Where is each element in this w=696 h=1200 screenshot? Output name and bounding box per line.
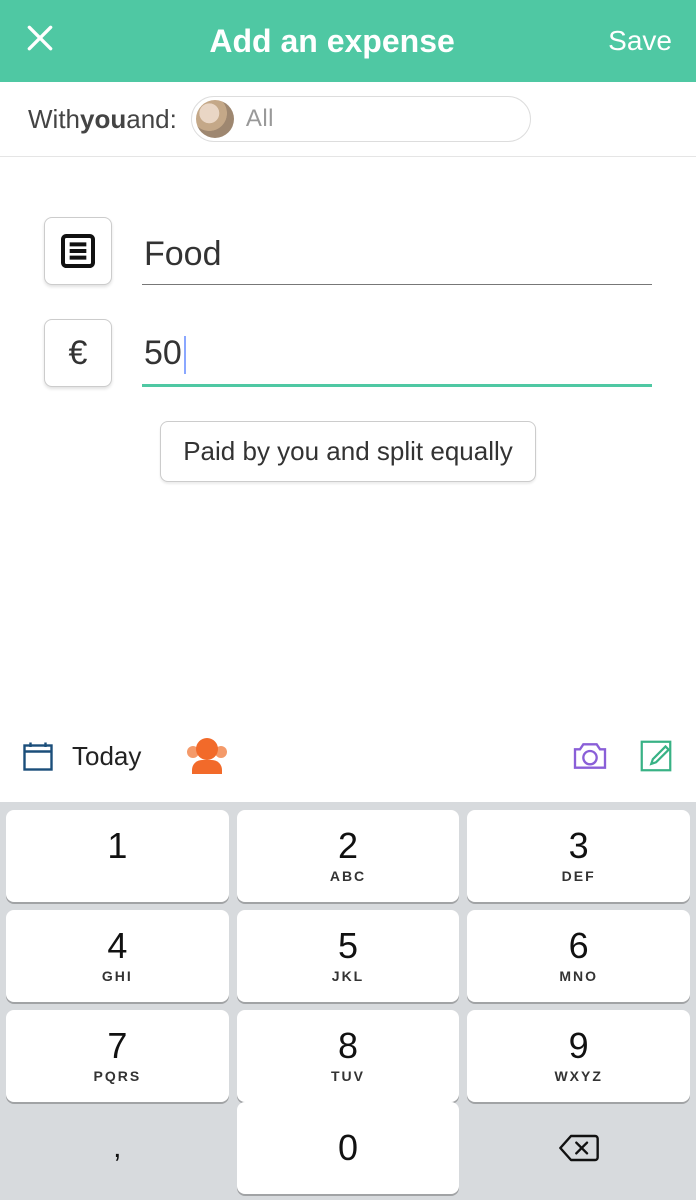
- with-and: and:: [126, 104, 177, 135]
- date-label[interactable]: Today: [72, 741, 141, 772]
- key-0[interactable]: 0: [237, 1102, 460, 1194]
- category-icon[interactable]: [44, 217, 112, 285]
- amount-input[interactable]: 50: [142, 326, 652, 387]
- key-4[interactable]: 4GHI: [6, 910, 229, 1002]
- key-5[interactable]: 5JKL: [237, 910, 460, 1002]
- key-8[interactable]: 8TUV: [237, 1010, 460, 1102]
- close-icon[interactable]: [24, 22, 56, 61]
- description-input[interactable]: Food: [142, 227, 652, 285]
- participants-row: With you and: All: [0, 82, 696, 157]
- key-3[interactable]: 3DEF: [467, 810, 690, 902]
- key-6[interactable]: 6MNO: [467, 910, 690, 1002]
- key-1[interactable]: 1: [6, 810, 229, 902]
- header: Add an expense Save: [0, 0, 696, 82]
- key-9[interactable]: 9WXYZ: [467, 1010, 690, 1102]
- participant-chip[interactable]: All: [191, 96, 531, 142]
- backspace-key[interactable]: [467, 1102, 690, 1194]
- group-icon: [185, 738, 229, 774]
- split-options-button[interactable]: Paid by you and split equally: [160, 421, 536, 482]
- group-button[interactable]: [185, 738, 229, 774]
- with-prefix: With: [28, 104, 80, 135]
- save-button[interactable]: Save: [608, 25, 672, 57]
- expense-form: Food € 50 Paid by you and split equally: [0, 157, 696, 502]
- text-cursor: [184, 336, 186, 374]
- participant-chip-label: All: [246, 105, 274, 133]
- avatar: [196, 100, 234, 138]
- currency-button[interactable]: €: [44, 319, 112, 387]
- key-comma[interactable]: ,: [6, 1102, 229, 1194]
- bottom-toolbar: Today: [0, 722, 696, 790]
- camera-icon[interactable]: [568, 736, 612, 776]
- page-title: Add an expense: [209, 23, 454, 60]
- note-icon[interactable]: [634, 736, 678, 776]
- key-2[interactable]: 2ABC: [237, 810, 460, 902]
- numeric-keyboard: 1 2ABC3DEF 4GHI5JKL6MNO 7PQRS8TUV9WXYZ , 0: [0, 802, 696, 1200]
- calendar-icon[interactable]: [18, 736, 58, 776]
- key-7[interactable]: 7PQRS: [6, 1010, 229, 1102]
- with-you: you: [80, 104, 126, 135]
